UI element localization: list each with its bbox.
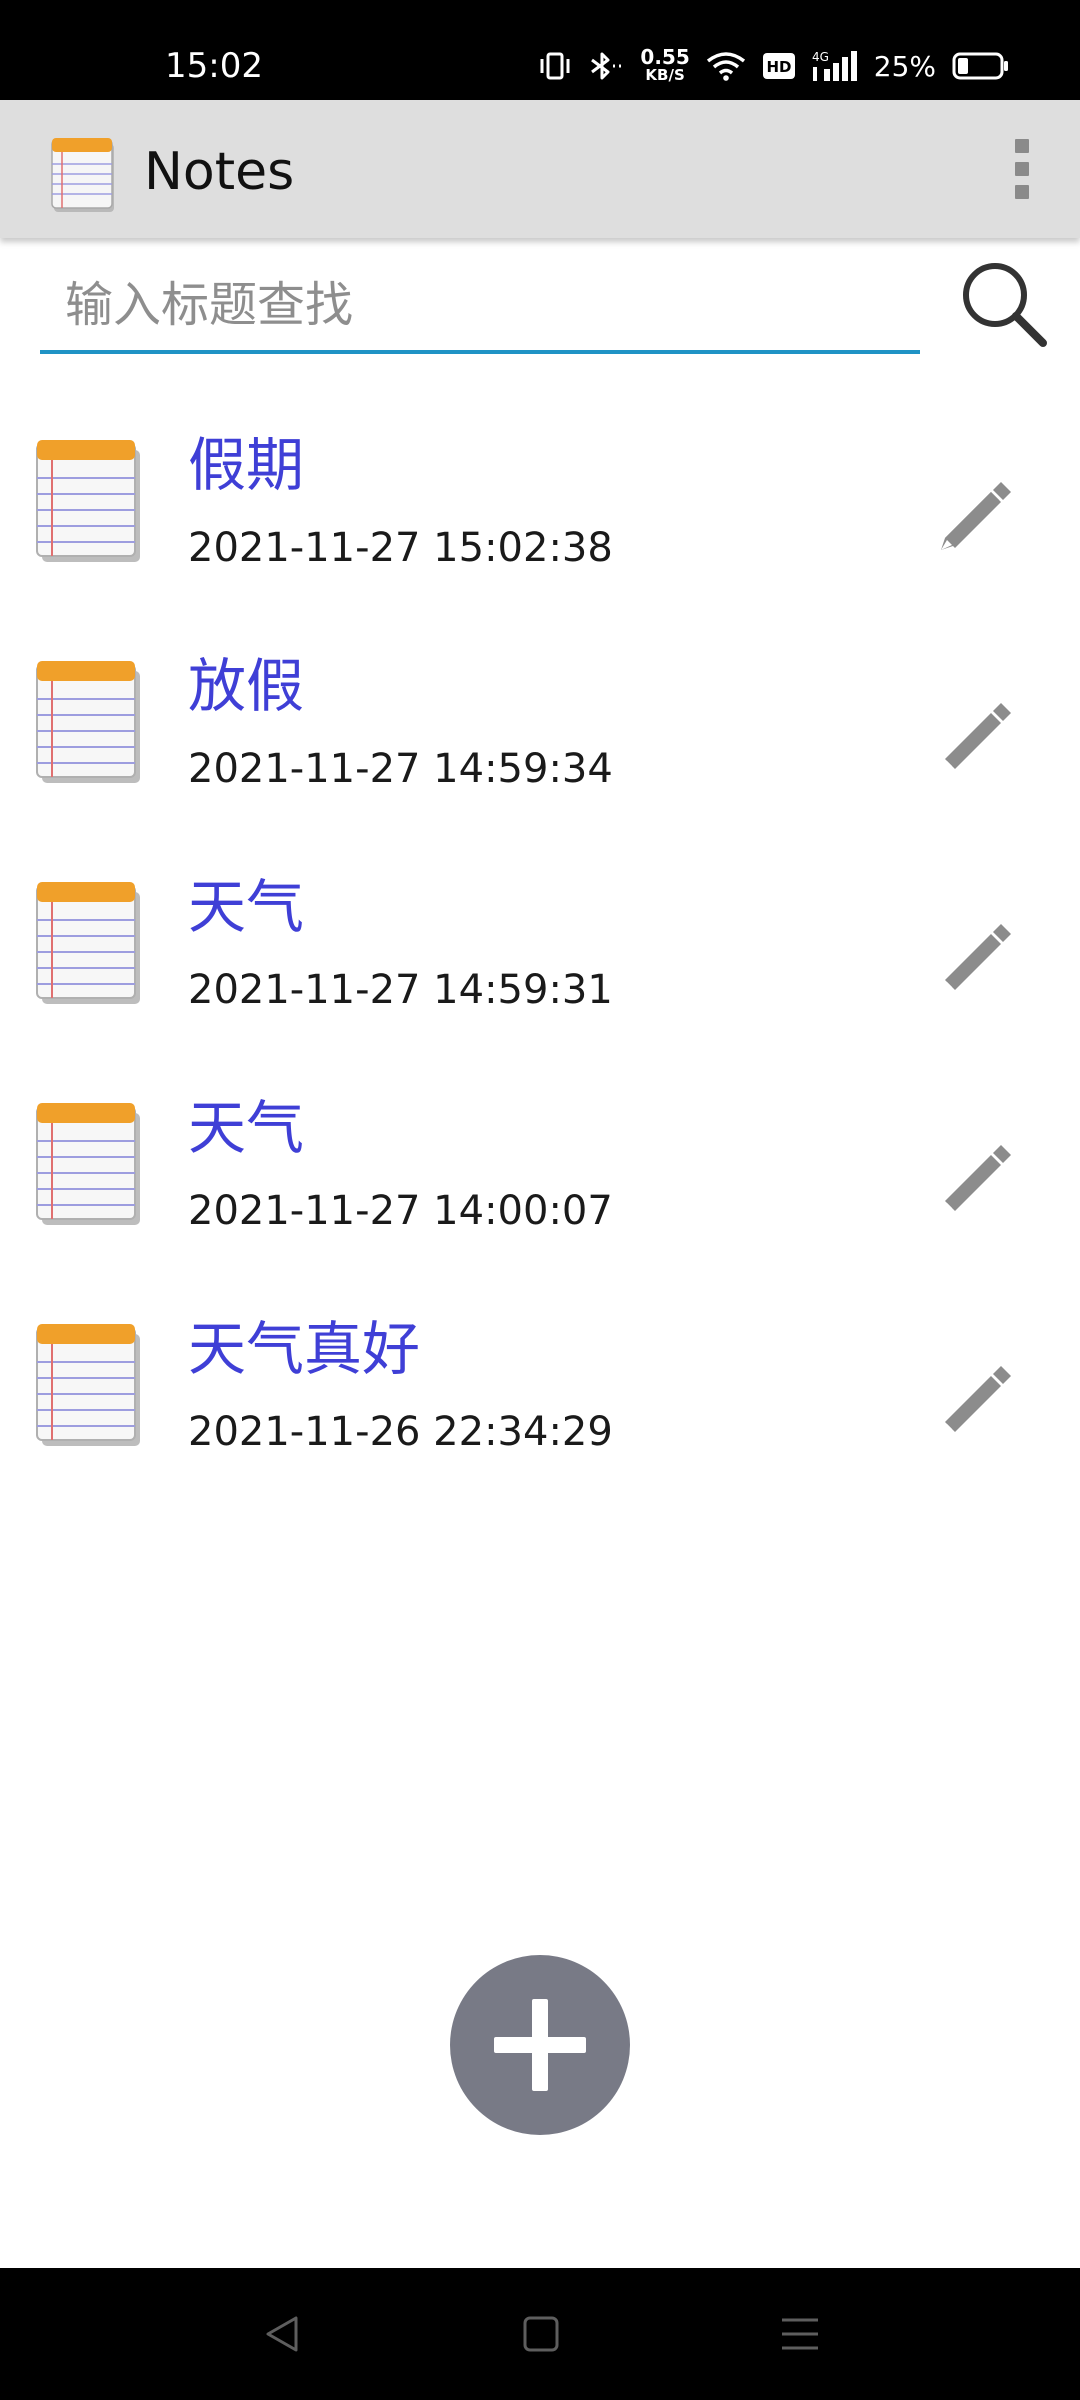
- note-date: 2021-11-27 14:59:34: [188, 746, 613, 792]
- note-item[interactable]: 假期 2021-11-27 15:02:38: [0, 392, 1080, 613]
- network-type: 4G: [812, 50, 829, 64]
- note-date: 2021-11-27 14:59:31: [188, 967, 613, 1013]
- pencil-icon[interactable]: [925, 462, 1017, 554]
- status-time: 15:02: [165, 46, 263, 86]
- note-title: 放假: [188, 652, 305, 720]
- net-speed-unit: KB/S: [645, 66, 685, 84]
- notepad-icon: [36, 1324, 140, 1446]
- note-date: 2021-11-27 14:00:07: [188, 1188, 613, 1234]
- note-date: 2021-11-27 15:02:38: [188, 525, 613, 571]
- pencil-icon[interactable]: [925, 1346, 1017, 1438]
- menu-dot: [1015, 162, 1029, 176]
- net-speed: 0.55 KB/S: [640, 45, 690, 84]
- battery-icon: [952, 52, 1008, 80]
- note-item[interactable]: 天气真好 2021-11-26 22:34:29: [0, 1276, 1080, 1497]
- note-date: 2021-11-26 22:34:29: [188, 1409, 613, 1455]
- hd-label: HD: [766, 58, 791, 76]
- note-title: 假期: [188, 431, 305, 499]
- net-speed-value: 0.55: [640, 45, 690, 69]
- status-icons: 0.55 KB/S HD 4G 25%: [538, 44, 1010, 88]
- overflow-menu-icon[interactable]: [994, 134, 1050, 204]
- note-list: 假期 2021-11-27 15:02:38 放假 2021-11-27 14:…: [0, 392, 1080, 1497]
- app-bar: Notes: [0, 100, 1080, 238]
- vibrate-icon: [540, 52, 570, 80]
- notepad-icon: [51, 138, 114, 212]
- notepad-icon: [36, 661, 140, 783]
- pencil-icon[interactable]: [925, 1125, 1017, 1217]
- note-item[interactable]: 天气 2021-11-27 14:00:07: [0, 1055, 1080, 1276]
- status-bar: 15:02 0.55 KB/S HD 4G 25%: [0, 0, 1080, 100]
- hd-icon: HD: [762, 53, 795, 79]
- battery-percent: 25%: [873, 49, 936, 83]
- plus-icon: [494, 1999, 586, 2091]
- add-note-button[interactable]: [450, 1955, 630, 2135]
- search-field: [40, 258, 920, 354]
- recents-icon[interactable]: [780, 2314, 820, 2354]
- search-icon[interactable]: [955, 255, 1055, 355]
- wifi-icon: [706, 52, 745, 81]
- note-title: 天气: [188, 1094, 305, 1162]
- back-icon[interactable]: [262, 2314, 302, 2354]
- note-title: 天气真好: [188, 1315, 421, 1383]
- notepad-icon: [36, 882, 140, 1004]
- bluetooth-icon: [591, 52, 622, 80]
- navigation-bar: [0, 2268, 1080, 2400]
- home-icon[interactable]: [522, 2314, 560, 2354]
- pencil-icon[interactable]: [925, 683, 1017, 775]
- signal-icon: 4G: [812, 50, 857, 81]
- notepad-icon: [36, 440, 140, 562]
- notepad-icon: [36, 1103, 140, 1225]
- menu-dot: [1015, 139, 1029, 153]
- pencil-icon[interactable]: [925, 904, 1017, 996]
- menu-dot: [1015, 185, 1029, 199]
- app-title: Notes: [144, 142, 295, 202]
- search-input[interactable]: [65, 272, 905, 338]
- note-item[interactable]: 天气 2021-11-27 14:59:31: [0, 834, 1080, 1055]
- note-item[interactable]: 放假 2021-11-27 14:59:34: [0, 613, 1080, 834]
- note-title: 天气: [188, 873, 305, 941]
